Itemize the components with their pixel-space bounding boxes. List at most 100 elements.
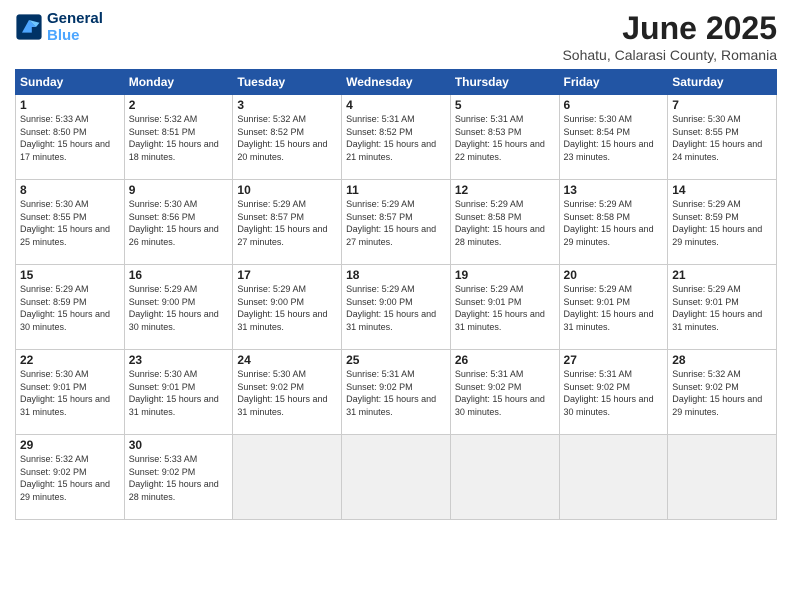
table-row: 10Sunrise: 5:29 AM Sunset: 8:57 PM Dayli… bbox=[233, 180, 342, 265]
day-info: Sunrise: 5:29 AM Sunset: 9:01 PM Dayligh… bbox=[455, 283, 555, 333]
table-row: 14Sunrise: 5:29 AM Sunset: 8:59 PM Dayli… bbox=[668, 180, 777, 265]
day-info: Sunrise: 5:31 AM Sunset: 8:53 PM Dayligh… bbox=[455, 113, 555, 163]
table-row: 8Sunrise: 5:30 AM Sunset: 8:55 PM Daylig… bbox=[16, 180, 125, 265]
col-monday: Monday bbox=[124, 70, 233, 95]
table-row: 6Sunrise: 5:30 AM Sunset: 8:54 PM Daylig… bbox=[559, 95, 668, 180]
day-info: Sunrise: 5:31 AM Sunset: 9:02 PM Dayligh… bbox=[346, 368, 446, 418]
table-row bbox=[233, 435, 342, 520]
table-row: 20Sunrise: 5:29 AM Sunset: 9:01 PM Dayli… bbox=[559, 265, 668, 350]
day-number: 25 bbox=[346, 353, 446, 367]
day-info: Sunrise: 5:29 AM Sunset: 8:58 PM Dayligh… bbox=[455, 198, 555, 248]
day-number: 11 bbox=[346, 183, 446, 197]
day-number: 12 bbox=[455, 183, 555, 197]
day-info: Sunrise: 5:29 AM Sunset: 8:58 PM Dayligh… bbox=[564, 198, 664, 248]
table-row: 7Sunrise: 5:30 AM Sunset: 8:55 PM Daylig… bbox=[668, 95, 777, 180]
table-row: 1Sunrise: 5:33 AM Sunset: 8:50 PM Daylig… bbox=[16, 95, 125, 180]
calendar-week-row: 22Sunrise: 5:30 AM Sunset: 9:01 PM Dayli… bbox=[16, 350, 777, 435]
col-tuesday: Tuesday bbox=[233, 70, 342, 95]
day-info: Sunrise: 5:30 AM Sunset: 8:55 PM Dayligh… bbox=[20, 198, 120, 248]
subtitle: Sohatu, Calarasi County, Romania bbox=[562, 47, 777, 63]
header: General Blue June 2025 Sohatu, Calarasi … bbox=[15, 10, 777, 63]
main-title: June 2025 bbox=[562, 10, 777, 47]
day-info: Sunrise: 5:32 AM Sunset: 8:52 PM Dayligh… bbox=[237, 113, 337, 163]
day-info: Sunrise: 5:29 AM Sunset: 9:00 PM Dayligh… bbox=[346, 283, 446, 333]
calendar-week-row: 8Sunrise: 5:30 AM Sunset: 8:55 PM Daylig… bbox=[16, 180, 777, 265]
day-info: Sunrise: 5:30 AM Sunset: 9:01 PM Dayligh… bbox=[129, 368, 229, 418]
day-number: 16 bbox=[129, 268, 229, 282]
day-info: Sunrise: 5:29 AM Sunset: 9:00 PM Dayligh… bbox=[237, 283, 337, 333]
col-thursday: Thursday bbox=[450, 70, 559, 95]
day-number: 7 bbox=[672, 98, 772, 112]
table-row bbox=[668, 435, 777, 520]
day-number: 30 bbox=[129, 438, 229, 452]
day-number: 5 bbox=[455, 98, 555, 112]
day-number: 18 bbox=[346, 268, 446, 282]
day-info: Sunrise: 5:29 AM Sunset: 8:59 PM Dayligh… bbox=[20, 283, 120, 333]
day-number: 24 bbox=[237, 353, 337, 367]
day-number: 26 bbox=[455, 353, 555, 367]
table-row: 24Sunrise: 5:30 AM Sunset: 9:02 PM Dayli… bbox=[233, 350, 342, 435]
day-number: 4 bbox=[346, 98, 446, 112]
day-info: Sunrise: 5:31 AM Sunset: 9:02 PM Dayligh… bbox=[455, 368, 555, 418]
table-row: 21Sunrise: 5:29 AM Sunset: 9:01 PM Dayli… bbox=[668, 265, 777, 350]
day-number: 6 bbox=[564, 98, 664, 112]
day-number: 3 bbox=[237, 98, 337, 112]
table-row: 13Sunrise: 5:29 AM Sunset: 8:58 PM Dayli… bbox=[559, 180, 668, 265]
day-info: Sunrise: 5:31 AM Sunset: 8:52 PM Dayligh… bbox=[346, 113, 446, 163]
day-number: 13 bbox=[564, 183, 664, 197]
page: General Blue June 2025 Sohatu, Calarasi … bbox=[0, 0, 792, 612]
day-info: Sunrise: 5:33 AM Sunset: 8:50 PM Dayligh… bbox=[20, 113, 120, 163]
day-info: Sunrise: 5:29 AM Sunset: 9:01 PM Dayligh… bbox=[672, 283, 772, 333]
table-row: 12Sunrise: 5:29 AM Sunset: 8:58 PM Dayli… bbox=[450, 180, 559, 265]
day-number: 15 bbox=[20, 268, 120, 282]
logo-text: General Blue bbox=[47, 10, 103, 45]
table-row: 28Sunrise: 5:32 AM Sunset: 9:02 PM Dayli… bbox=[668, 350, 777, 435]
day-info: Sunrise: 5:30 AM Sunset: 8:56 PM Dayligh… bbox=[129, 198, 229, 248]
day-info: Sunrise: 5:30 AM Sunset: 8:55 PM Dayligh… bbox=[672, 113, 772, 163]
day-info: Sunrise: 5:30 AM Sunset: 9:02 PM Dayligh… bbox=[237, 368, 337, 418]
day-number: 20 bbox=[564, 268, 664, 282]
table-row: 23Sunrise: 5:30 AM Sunset: 9:01 PM Dayli… bbox=[124, 350, 233, 435]
day-number: 27 bbox=[564, 353, 664, 367]
title-area: June 2025 Sohatu, Calarasi County, Roman… bbox=[562, 10, 777, 63]
table-row: 5Sunrise: 5:31 AM Sunset: 8:53 PM Daylig… bbox=[450, 95, 559, 180]
day-info: Sunrise: 5:29 AM Sunset: 9:00 PM Dayligh… bbox=[129, 283, 229, 333]
day-info: Sunrise: 5:30 AM Sunset: 9:01 PM Dayligh… bbox=[20, 368, 120, 418]
logo: General Blue bbox=[15, 10, 103, 45]
day-info: Sunrise: 5:32 AM Sunset: 9:02 PM Dayligh… bbox=[672, 368, 772, 418]
day-info: Sunrise: 5:30 AM Sunset: 8:54 PM Dayligh… bbox=[564, 113, 664, 163]
day-number: 28 bbox=[672, 353, 772, 367]
day-number: 9 bbox=[129, 183, 229, 197]
day-info: Sunrise: 5:29 AM Sunset: 8:57 PM Dayligh… bbox=[346, 198, 446, 248]
table-row: 16Sunrise: 5:29 AM Sunset: 9:00 PM Dayli… bbox=[124, 265, 233, 350]
table-row: 19Sunrise: 5:29 AM Sunset: 9:01 PM Dayli… bbox=[450, 265, 559, 350]
table-row: 22Sunrise: 5:30 AM Sunset: 9:01 PM Dayli… bbox=[16, 350, 125, 435]
table-row: 11Sunrise: 5:29 AM Sunset: 8:57 PM Dayli… bbox=[342, 180, 451, 265]
calendar-header-row: Sunday Monday Tuesday Wednesday Thursday… bbox=[16, 70, 777, 95]
table-row: 30Sunrise: 5:33 AM Sunset: 9:02 PM Dayli… bbox=[124, 435, 233, 520]
table-row: 3Sunrise: 5:32 AM Sunset: 8:52 PM Daylig… bbox=[233, 95, 342, 180]
col-sunday: Sunday bbox=[16, 70, 125, 95]
logo-icon bbox=[15, 13, 43, 41]
day-number: 29 bbox=[20, 438, 120, 452]
table-row: 25Sunrise: 5:31 AM Sunset: 9:02 PM Dayli… bbox=[342, 350, 451, 435]
col-wednesday: Wednesday bbox=[342, 70, 451, 95]
day-info: Sunrise: 5:32 AM Sunset: 9:02 PM Dayligh… bbox=[20, 453, 120, 503]
table-row bbox=[450, 435, 559, 520]
day-info: Sunrise: 5:29 AM Sunset: 9:01 PM Dayligh… bbox=[564, 283, 664, 333]
day-number: 8 bbox=[20, 183, 120, 197]
day-info: Sunrise: 5:29 AM Sunset: 8:57 PM Dayligh… bbox=[237, 198, 337, 248]
calendar-week-row: 29Sunrise: 5:32 AM Sunset: 9:02 PM Dayli… bbox=[16, 435, 777, 520]
day-number: 22 bbox=[20, 353, 120, 367]
calendar: Sunday Monday Tuesday Wednesday Thursday… bbox=[15, 69, 777, 520]
day-number: 10 bbox=[237, 183, 337, 197]
table-row: 29Sunrise: 5:32 AM Sunset: 9:02 PM Dayli… bbox=[16, 435, 125, 520]
day-info: Sunrise: 5:31 AM Sunset: 9:02 PM Dayligh… bbox=[564, 368, 664, 418]
table-row: 2Sunrise: 5:32 AM Sunset: 8:51 PM Daylig… bbox=[124, 95, 233, 180]
day-number: 23 bbox=[129, 353, 229, 367]
table-row bbox=[559, 435, 668, 520]
day-number: 21 bbox=[672, 268, 772, 282]
day-info: Sunrise: 5:33 AM Sunset: 9:02 PM Dayligh… bbox=[129, 453, 229, 503]
day-number: 1 bbox=[20, 98, 120, 112]
col-saturday: Saturday bbox=[668, 70, 777, 95]
